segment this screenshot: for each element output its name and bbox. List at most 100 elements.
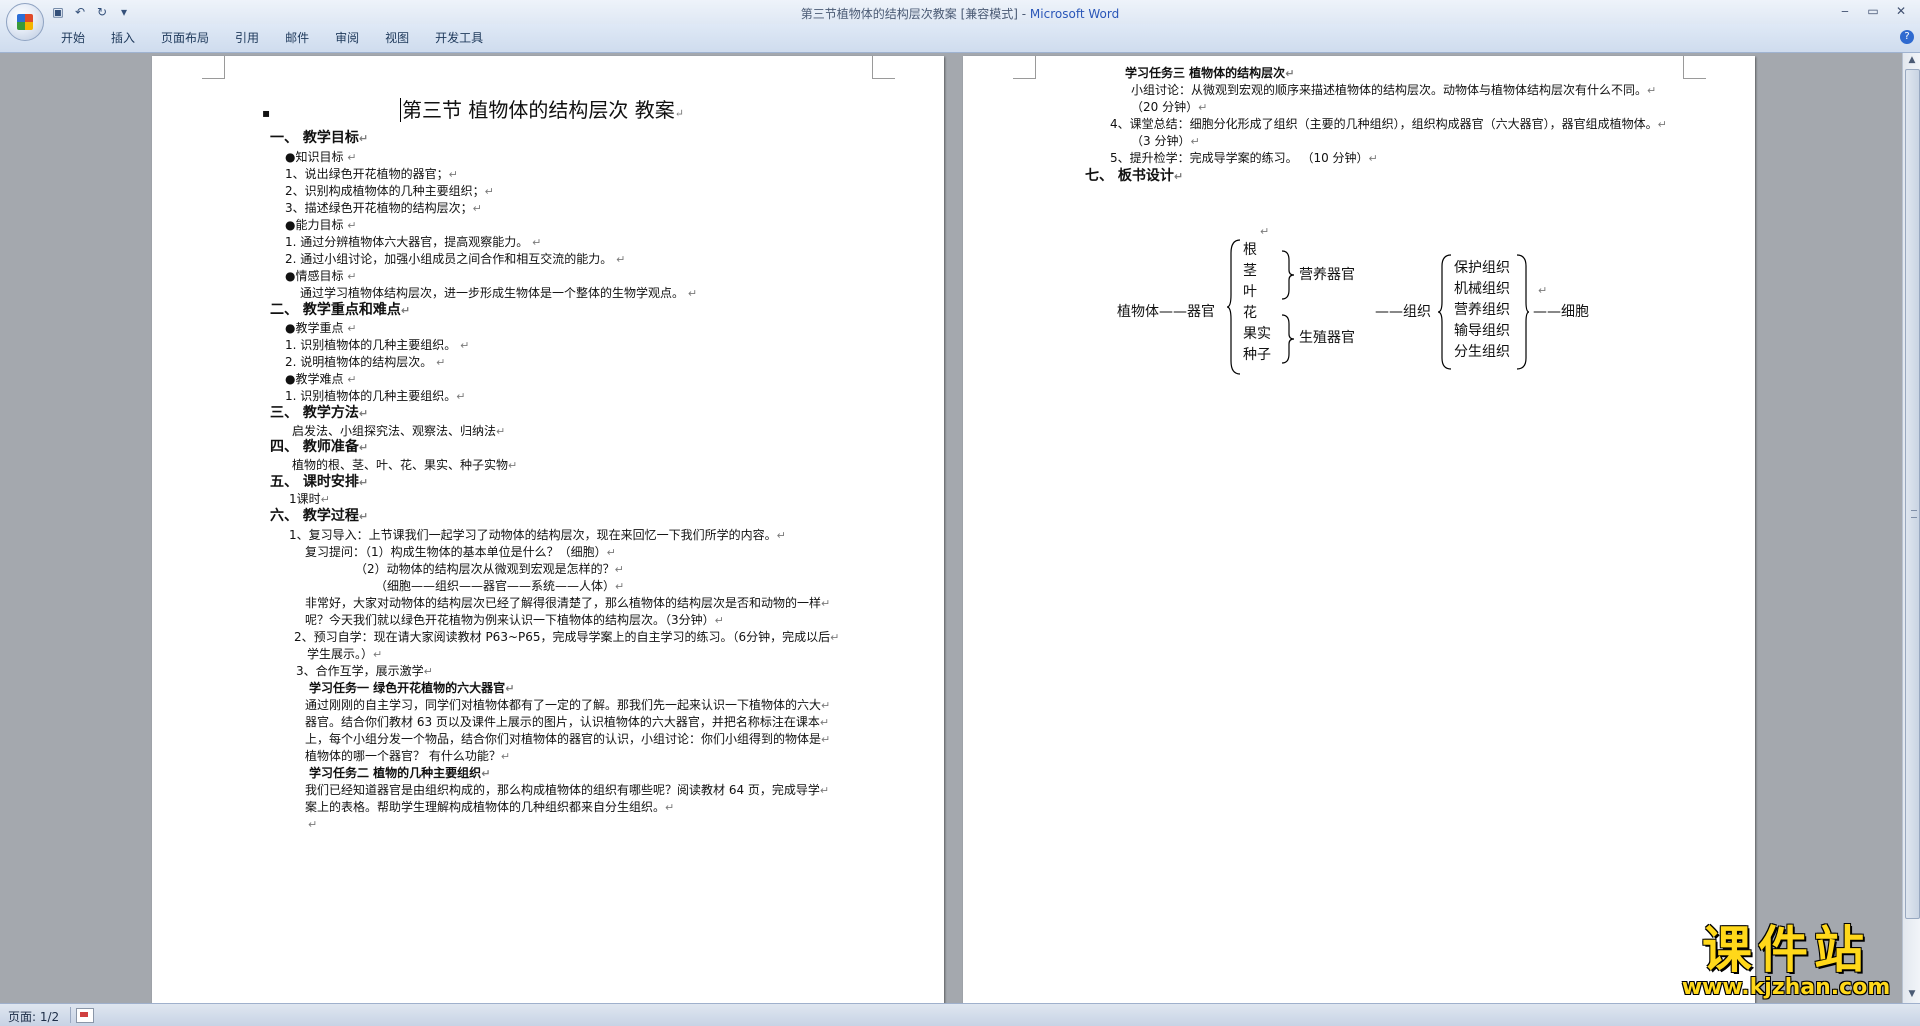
organ-item: 种子 bbox=[1243, 347, 1271, 363]
page-count[interactable]: 页面: 1/2 bbox=[8, 1008, 59, 1025]
paragraph-mark: ↵ bbox=[674, 107, 684, 120]
line-text: 2、识别构成植物体的几种主要组织； bbox=[285, 184, 485, 198]
scroll-grip-icon bbox=[1911, 510, 1917, 518]
tab-list: 开始 插入 页面布局 引用 邮件 审阅 视图 开发工具 bbox=[48, 30, 496, 46]
paragraph-mark: ↵ bbox=[472, 202, 482, 215]
line-text: 1、复习导入：上节课我们一起学习了动物体的结构层次，现在来回忆一下我们所学的内容… bbox=[289, 528, 777, 542]
page-2[interactable]: 学习任务三 植物体的结构层次↵ 小组讨论：从微观到宏观的顺序来描述植物体的结构层次… bbox=[963, 56, 1755, 1003]
paragraph-mark: ↵ bbox=[508, 459, 518, 472]
paragraph-mark: ↵ bbox=[616, 253, 626, 266]
paragraph-mark: ↵ bbox=[358, 407, 369, 420]
tissue-item: 保护组织 bbox=[1454, 260, 1510, 276]
line-text: 1课时 bbox=[289, 492, 321, 506]
paragraph-mark: ↵ bbox=[830, 631, 840, 644]
scroll-down-button[interactable]: ▼ bbox=[1905, 987, 1919, 1001]
paragraph-mark: ↵ bbox=[1647, 84, 1657, 97]
status-bar: 页面: 1/2 bbox=[0, 1003, 1920, 1026]
paragraph-mark: ↵ bbox=[500, 750, 511, 763]
paragraph-mark: ↵ bbox=[1538, 284, 1548, 297]
line-text: 五、 课时安排 bbox=[270, 474, 359, 490]
body-line: （20 分钟）↵ bbox=[1131, 100, 1207, 115]
tab-3[interactable]: 页面布局 bbox=[148, 30, 222, 46]
paragraph-mark: ↵ bbox=[819, 716, 830, 729]
paragraph-mark: ↵ bbox=[373, 648, 383, 661]
line-text: 案上的表格。帮助学生理解构成植物体的几种组织都来自分生组织。 bbox=[305, 800, 666, 814]
help-icon[interactable]: ? bbox=[1900, 30, 1914, 44]
body-line: 植物体的哪一个器官？ 有什么功能？↵ bbox=[305, 749, 510, 764]
vegetative-brace bbox=[1281, 250, 1295, 300]
paragraph-mark: ↵ bbox=[481, 767, 491, 780]
page-title: 第三节 植物体的结构层次 教案↵ bbox=[402, 98, 684, 126]
scroll-up-button[interactable]: ▲ bbox=[1905, 53, 1919, 67]
watermark-logo-text: 课件站 bbox=[1702, 921, 1870, 979]
diagram-plant: 植物体——器官 bbox=[1117, 304, 1215, 320]
body-line: 1、说出绿色开花植物的器官；↵ bbox=[285, 167, 458, 182]
organ-item: 叶 bbox=[1243, 284, 1257, 300]
paragraph-mark: ↵ bbox=[320, 493, 330, 506]
vertical-scrollbar[interactable]: ▲ ▼ bbox=[1902, 53, 1920, 1003]
line-text: ●知识目标 bbox=[285, 150, 348, 164]
page-1[interactable]: ▪ 第三节 植物体的结构层次 教案↵ 一、 教学目标↵ ●知识目标 ↵ 1、说出绿色… bbox=[152, 56, 944, 1003]
paragraph-mark: ↵ bbox=[347, 322, 357, 335]
paragraph-mark: ↵ bbox=[606, 546, 616, 559]
cell-link: ——细胞 bbox=[1533, 304, 1589, 320]
organ-item: 根 bbox=[1243, 242, 1257, 258]
line-text: 六、 教学过程 bbox=[270, 508, 359, 524]
paragraph-mark: ↵ bbox=[821, 733, 831, 746]
tab-8[interactable]: 开发工具 bbox=[422, 30, 496, 46]
paragraph-mark: ↵ bbox=[347, 219, 357, 232]
body-line: 3、描述绿色开花植物的结构层次；↵ bbox=[285, 201, 482, 216]
tab-2[interactable]: 插入 bbox=[98, 30, 148, 46]
organ-brace bbox=[1227, 239, 1241, 375]
line-text: 通过刚刚的自主学习，同学们对植物体都有了一定的了解。那我们先一起来认识一下植物体… bbox=[305, 698, 822, 712]
tissue-link: ——组织 bbox=[1375, 304, 1431, 320]
paragraph-mark: ↵ bbox=[423, 665, 433, 678]
line-text: 2. 通过小组讨论，加强小组成员之间合作和相互交流的能力。 bbox=[285, 252, 617, 266]
organ-item: 茎 bbox=[1243, 263, 1257, 279]
document-area[interactable]: ▪ 第三节 植物体的结构层次 教案↵ 一、 教学目标↵ ●知识目标 ↵ 1、说出绿色… bbox=[0, 53, 1902, 1003]
body-line: 1. 识别植物体的几种主要组织。↵ bbox=[285, 389, 465, 404]
window-title: 第三节植物体的结构层次教案 [兼容模式] - Microsoft Word bbox=[0, 5, 1920, 22]
line-text: 3、描述绿色开花植物的结构层次； bbox=[285, 201, 473, 215]
maximize-button[interactable]: ▭ bbox=[1860, 2, 1886, 20]
proofing-status-icon[interactable] bbox=[76, 1008, 94, 1023]
document-title: 第三节植物体的结构层次教案 [兼容模式] - bbox=[800, 7, 1030, 21]
paragraph-mark: ↵ bbox=[1173, 170, 1184, 183]
close-button[interactable]: ✕ bbox=[1888, 2, 1914, 20]
tab-5[interactable]: 邮件 bbox=[272, 30, 322, 46]
body-line: ●教学重点 ↵ bbox=[285, 321, 357, 336]
line-text: ●情感目标 bbox=[285, 269, 348, 283]
body-line: 呢？今天我们就以绿色开花植物为例来认识一下植物体的结构层次。（3分钟）↵ bbox=[305, 613, 724, 628]
line-text: 2. 说明植物体的结构层次。 bbox=[285, 355, 437, 369]
line-text: 学习任务一 绿色开花植物的六大器官 bbox=[309, 681, 506, 695]
line-text: ●教学难点 bbox=[285, 372, 348, 386]
body-line: 上，每个小组分发一个物品，结合你们对植物体的器官的认识，小组讨论：你们小组得到的… bbox=[305, 732, 830, 747]
line-text: 四、 教师准备 bbox=[270, 439, 359, 455]
tab-1[interactable]: 开始 bbox=[48, 30, 98, 46]
site-watermark: 课件站 www.kjzhan.com bbox=[1668, 922, 1904, 1002]
line-text: 器官。结合你们教材 63 页以及课件上展示的图片，认识植物体的六大器官，并把名称… bbox=[305, 715, 820, 729]
tab-7[interactable]: 视图 bbox=[372, 30, 422, 46]
section-heading: 一、 教学目标↵ bbox=[270, 129, 368, 148]
paragraph-mark: ↵ bbox=[347, 373, 357, 386]
tab-6[interactable]: 审阅 bbox=[322, 30, 372, 46]
line-text: （20 分钟） bbox=[1131, 100, 1199, 114]
line-text: ●能力目标 bbox=[285, 218, 348, 232]
line-text: 呢？今天我们就以绿色开花植物为例来认识一下植物体的结构层次。（3分钟） bbox=[305, 613, 715, 627]
line-text: 非常好，大家对动物体的结构层次已经了解得很清楚了，那么植物体的结构层次是否和动物… bbox=[305, 596, 822, 610]
reproductive-organs-label: 生殖器官 bbox=[1299, 330, 1355, 346]
body-line: ●教学难点 ↵ bbox=[285, 372, 357, 387]
paragraph-mark: ↵ bbox=[532, 236, 542, 249]
section-heading: 三、 教学方法↵ bbox=[270, 404, 368, 423]
body-line: 5、提升检学：完成导学案的练习。 （10 分钟）↵ bbox=[1110, 151, 1378, 166]
body-line: 植物的根、茎、叶、花、果实、种子实物↵ bbox=[292, 458, 517, 473]
section-heading: 七、 板书设计↵ bbox=[1085, 167, 1183, 186]
scroll-thumb[interactable] bbox=[1905, 69, 1920, 919]
office-button[interactable] bbox=[6, 3, 44, 41]
minimize-button[interactable]: ‒ bbox=[1832, 2, 1858, 20]
tab-4[interactable]: 引用 bbox=[222, 30, 272, 46]
line-text: 4、课堂总结：细胞分化形成了组织（主要的几种组织），组织构成器官（六大器官），器… bbox=[1110, 117, 1658, 131]
line-text: 植物的根、茎、叶、花、果实、种子实物 bbox=[292, 458, 509, 472]
body-line: 1. 通过分辨植物体六大器官，提高观察能力。 ↵ bbox=[285, 235, 541, 250]
paragraph-mark: ↵ bbox=[1285, 67, 1295, 80]
